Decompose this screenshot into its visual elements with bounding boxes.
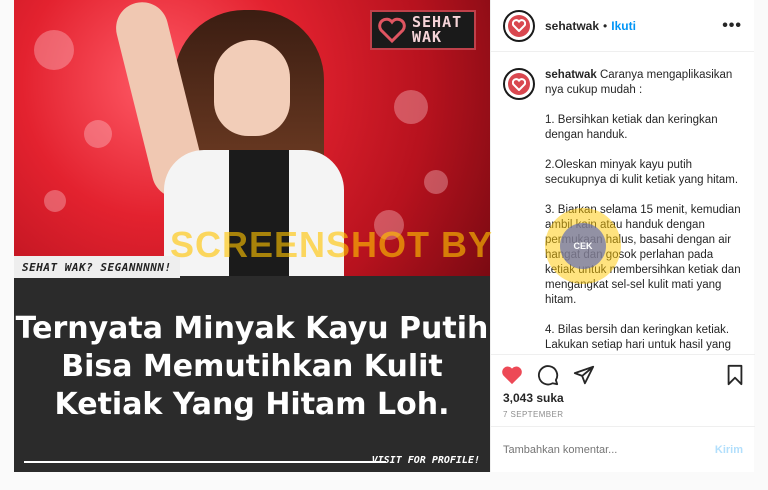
heart-logo-icon — [512, 77, 526, 91]
caption-step-2: 2.Oleskan minyak kayu putih secukupnya d… — [545, 159, 739, 186]
logo-text-line2: WAK — [412, 28, 443, 46]
heart-logo-icon — [512, 19, 526, 32]
username-link[interactable]: sehatwak — [545, 19, 599, 33]
heart-logo-icon — [378, 17, 406, 43]
headline-line-3: Ketiak Yang Hitam Loh. — [54, 387, 450, 422]
visit-profile-text: VISIT FOR PROFILE! — [371, 455, 480, 466]
heart-filled-icon[interactable] — [501, 365, 523, 385]
caption-avatar[interactable] — [503, 68, 535, 100]
footer-divider — [24, 461, 386, 463]
bookmark-icon[interactable] — [725, 364, 745, 386]
caption-scroll-area[interactable]: sehatwak Caranya mengaplikasikan nya cuk… — [491, 52, 754, 352]
share-icon[interactable] — [573, 364, 595, 386]
comment-bar: Kirim — [491, 426, 755, 472]
image-tagline: SEHAT WAK? SEGANNNNN! — [14, 256, 180, 278]
separator-dot: • — [603, 18, 608, 33]
like-count[interactable]: 3,043 suka — [503, 391, 564, 405]
more-options-icon[interactable]: ••• — [722, 17, 742, 35]
post-comment-button[interactable]: Kirim — [715, 444, 743, 456]
action-bar — [491, 354, 755, 394]
headline-line-1: Ternyata Minyak Kayu Putih — [15, 311, 489, 346]
post-header: sehatwak • Ikuti ••• — [491, 0, 754, 52]
comment-input[interactable] — [503, 443, 715, 456]
avatar[interactable] — [503, 9, 535, 42]
watermark-seal: CEK — [545, 208, 621, 284]
image-headline: Ternyata Minyak Kayu Putih Bisa Memutihk… — [14, 310, 490, 424]
caption-step-4: 4. Bilas bersih dan keringkan ketiak. La… — [545, 324, 732, 351]
caption-username[interactable]: sehatwak — [545, 69, 597, 81]
brand-logo: SEHAT WAK — [370, 10, 476, 50]
caption-step-1: 1. Bersihkan ketiak dan keringkan dengan… — [545, 114, 718, 141]
seal-text: CEK — [560, 223, 606, 269]
headline-line-2: Bisa Memutihkan Kulit — [61, 349, 443, 384]
post-date: 7 SEPTEMBER — [503, 410, 564, 419]
screenshot-watermark: SCREENSHOT BY — [170, 224, 494, 265]
follow-button[interactable]: Ikuti — [611, 19, 636, 33]
comment-icon[interactable] — [537, 364, 559, 386]
post-side-panel: sehatwak • Ikuti ••• sehatwak Caranya me… — [490, 0, 755, 472]
